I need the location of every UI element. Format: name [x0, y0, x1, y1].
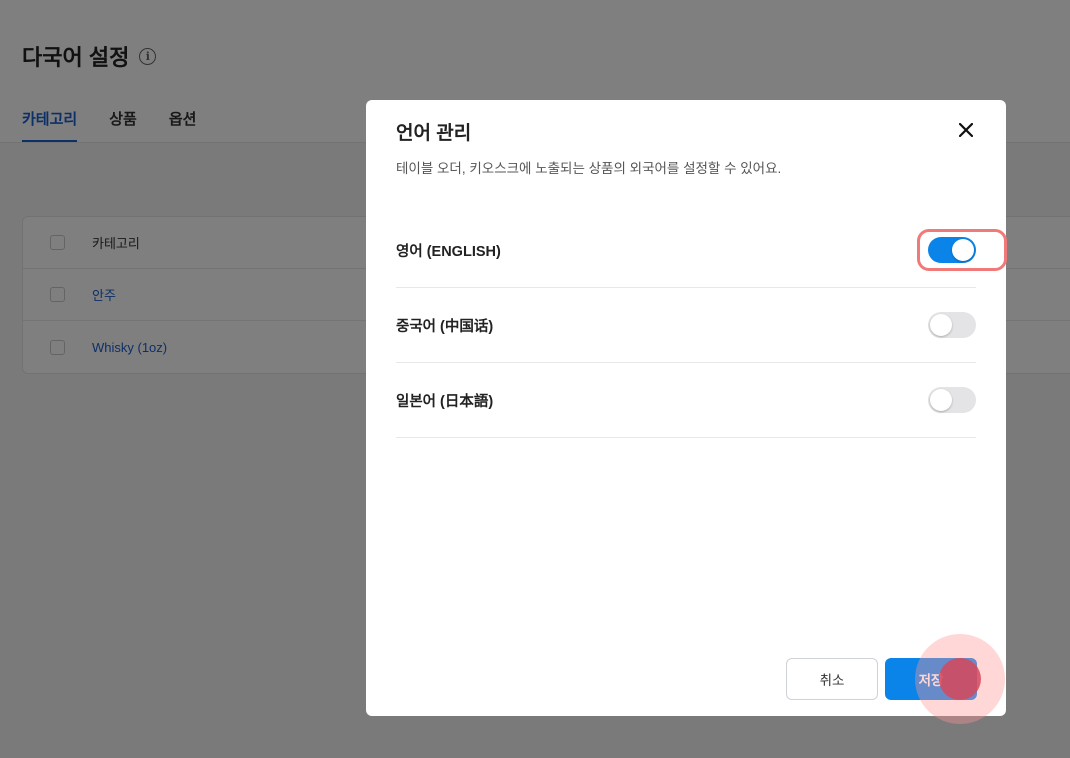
language-row-chinese: 중국어 (中国话) [396, 288, 976, 363]
language-list: 영어 (ENGLISH) 중국어 (中国话) 일본어 (日本語) [396, 213, 1007, 438]
language-modal: 언어 관리 테이블 오더, 키오스크에 노출되는 상품의 외국어를 설정할 수 … [366, 100, 1007, 716]
japanese-toggle[interactable] [928, 387, 976, 413]
chinese-toggle[interactable] [928, 312, 976, 338]
language-label: 영어 (ENGLISH) [396, 243, 501, 260]
close-icon [959, 123, 973, 137]
toggle-wrapper [917, 229, 1007, 271]
toggle-knob [952, 239, 974, 261]
toggle-wrapper [928, 312, 976, 338]
modal-title: 언어 관리 [396, 123, 472, 144]
modal-description: 테이블 오더, 키오스크에 노출되는 상품의 외국어를 설정할 수 있어요. [396, 161, 782, 176]
language-row-english: 영어 (ENGLISH) [396, 213, 1007, 288]
language-label: 일본어 (日本語) [396, 393, 494, 410]
close-button[interactable] [954, 118, 978, 142]
save-button[interactable]: 저장 [885, 658, 977, 700]
modal-footer: 취소 저장 [786, 658, 977, 700]
english-toggle[interactable] [928, 237, 976, 263]
cancel-button[interactable]: 취소 [786, 658, 878, 700]
toggle-knob [930, 314, 952, 336]
toggle-wrapper [928, 387, 976, 413]
language-label: 중국어 (中国话) [396, 318, 494, 335]
language-row-japanese: 일본어 (日本語) [396, 363, 976, 438]
toggle-knob [930, 389, 952, 411]
